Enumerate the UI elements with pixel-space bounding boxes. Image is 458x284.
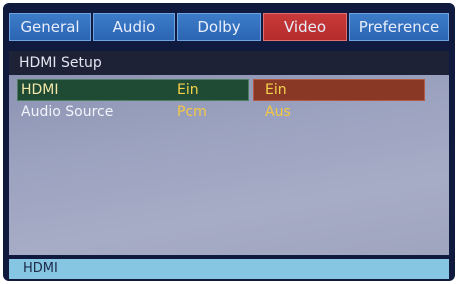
setting-label: HDMI [21, 82, 59, 98]
tab-dolby[interactable]: Dolby [177, 13, 261, 41]
tab-bar: General Audio Dolby Video Preference [9, 13, 449, 43]
tab-audio[interactable]: Audio [93, 13, 175, 41]
setting-value: Ein [177, 82, 199, 98]
status-bar: HDMI [9, 259, 449, 279]
setting-row-hdmi[interactable]: HDMI Ein Ein [9, 79, 449, 101]
setting-option[interactable]: Aus [259, 101, 291, 123]
settings-panel: HDMI Ein Ein Audio Source Pcm Aus [9, 75, 449, 255]
setting-label: Audio Source [21, 104, 114, 120]
setting-value: Pcm [177, 104, 207, 120]
setting-option[interactable]: Ein [259, 79, 287, 101]
setting-row-audio-source[interactable]: Audio Source Pcm Aus [9, 101, 449, 123]
tab-video[interactable]: Video [263, 13, 347, 41]
tab-general[interactable]: General [9, 13, 91, 41]
osd-screen: General Audio Dolby Video Preference HDM… [3, 3, 455, 281]
section-title: HDMI Setup [9, 51, 449, 75]
tab-preference[interactable]: Preference [349, 13, 449, 41]
